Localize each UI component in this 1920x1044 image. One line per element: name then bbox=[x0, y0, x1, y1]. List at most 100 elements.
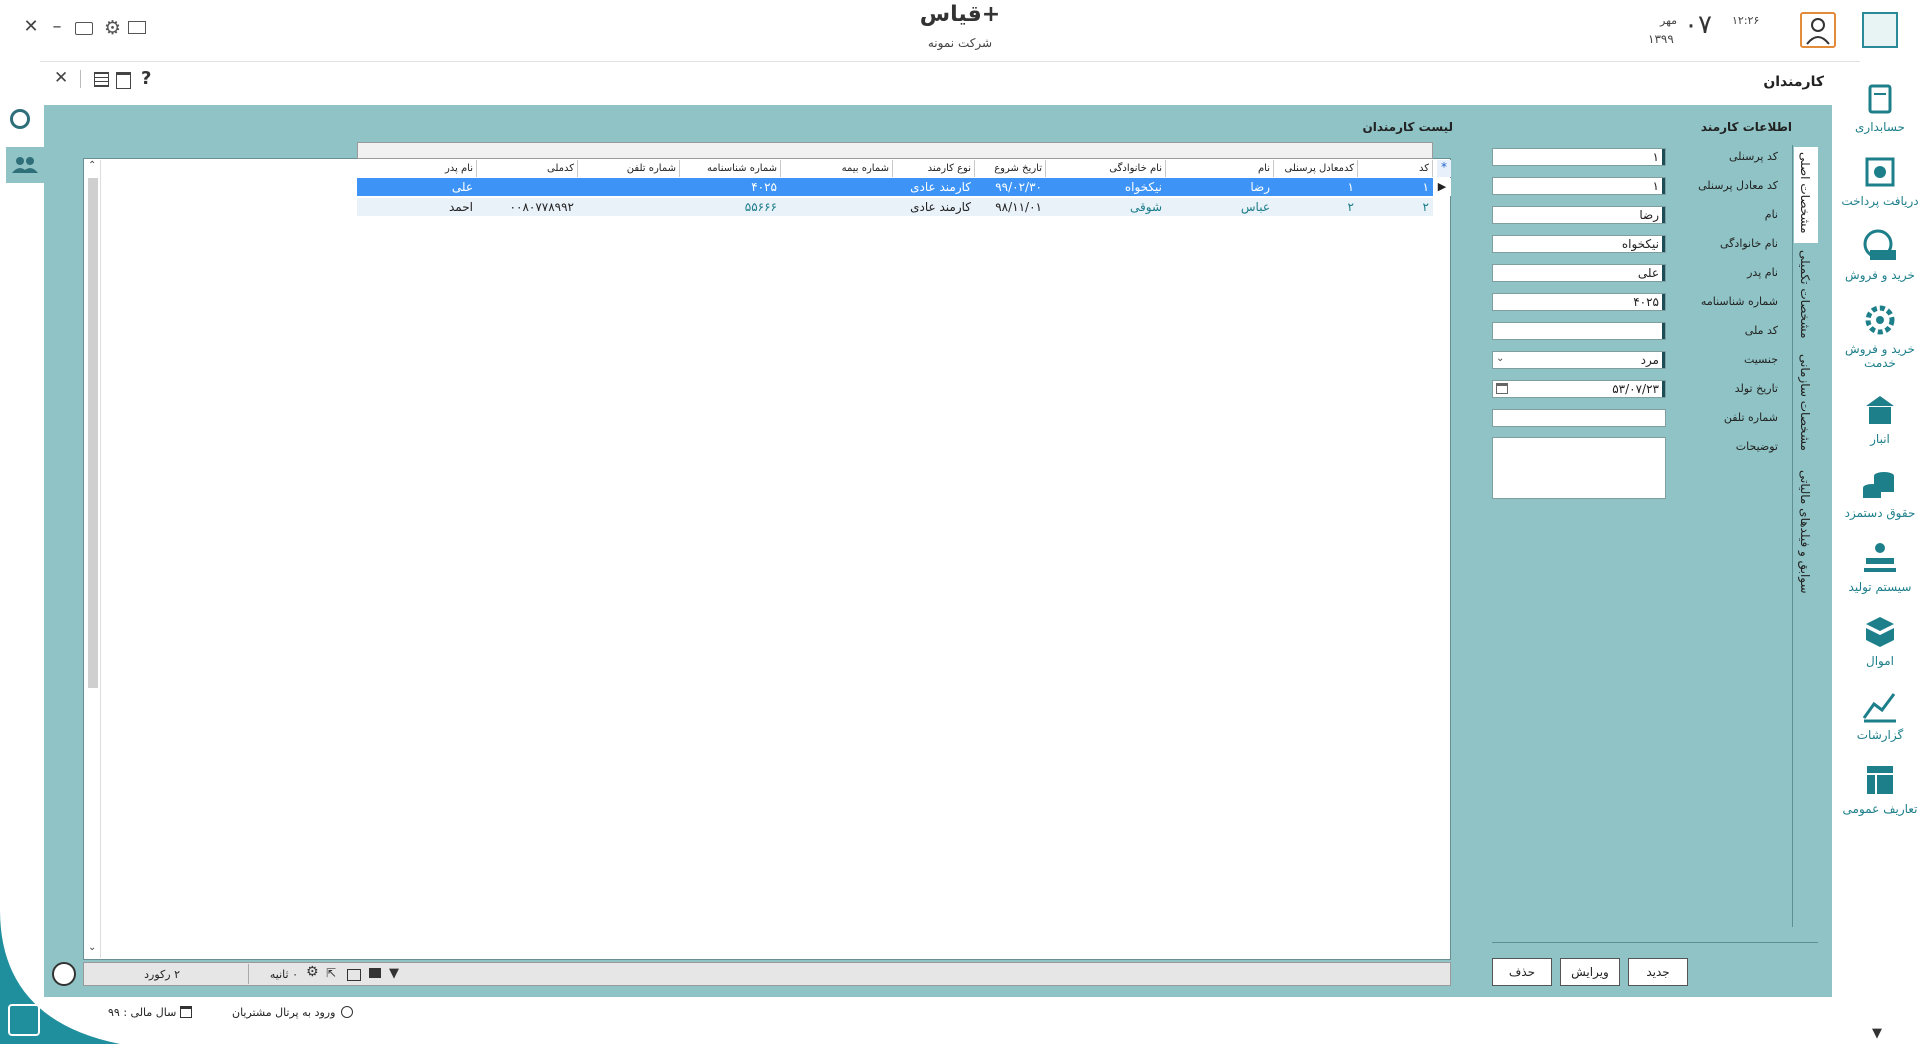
calendar-icon[interactable] bbox=[180, 1006, 192, 1018]
label-id-no: شماره شناسنامه bbox=[1700, 295, 1778, 308]
column-header-id-no[interactable]: شماره شناسنامه bbox=[680, 160, 781, 177]
column-header-family[interactable]: نام خانوادگی bbox=[1046, 160, 1166, 177]
scrollbar-thumb[interactable] bbox=[88, 178, 98, 688]
employee-grid bbox=[83, 158, 1451, 960]
code-field[interactable]: ۱ bbox=[1492, 148, 1666, 166]
description-textarea[interactable] bbox=[1492, 437, 1666, 499]
sidebar-item-label: تعاریف عمومی bbox=[1842, 802, 1918, 816]
new-row-marker[interactable]: * bbox=[1437, 160, 1451, 177]
tab-organizational[interactable]: مشخصات سازمانی bbox=[1798, 354, 1812, 451]
filter-icon[interactable]: ▼ bbox=[389, 966, 399, 981]
table-cell[interactable]: عباس bbox=[1166, 198, 1274, 216]
sidebar-item-payment[interactable]: دریافت پرداخت bbox=[1840, 154, 1920, 208]
table-cell[interactable]: ۱ bbox=[1274, 178, 1358, 196]
print-icon[interactable] bbox=[369, 968, 381, 978]
timer-dropdown[interactable]: ۰ ثانیه bbox=[258, 968, 298, 981]
table-cell[interactable] bbox=[781, 178, 893, 196]
chevron-down-icon[interactable]: ▼ bbox=[1872, 1026, 1882, 1041]
table-cell[interactable]: ۲ bbox=[1274, 198, 1358, 216]
corner-logo-icon[interactable] bbox=[8, 1004, 40, 1036]
table-cell[interactable]: رضا bbox=[1166, 178, 1274, 196]
calendar-icon[interactable] bbox=[116, 72, 131, 89]
sidebar-item-service[interactable]: خرید و فروش خدمت bbox=[1840, 302, 1920, 370]
column-header-code[interactable]: کد bbox=[1358, 160, 1433, 177]
table-cell[interactable]: ۴۰۲۵ bbox=[680, 178, 781, 196]
column-header-equiv-code[interactable]: کدمعادل پرسنلی bbox=[1274, 160, 1358, 177]
scroll-down-icon[interactable]: ⌄ bbox=[88, 942, 96, 953]
sidebar-item-payroll[interactable]: حقوق دستمزد bbox=[1840, 466, 1920, 520]
sidebar-item-label: خرید و فروش bbox=[1845, 268, 1915, 282]
users-icon[interactable] bbox=[6, 147, 44, 183]
new-button[interactable]: جدید bbox=[1628, 958, 1688, 986]
table-cell[interactable]: ۹۹/۰۲/۳۰ bbox=[975, 178, 1046, 196]
globe-icon[interactable] bbox=[341, 1006, 353, 1018]
sidebar-item-assets[interactable]: اموال bbox=[1840, 614, 1920, 668]
sidebar-item-warehouse[interactable]: انبار bbox=[1840, 392, 1920, 446]
table-cell[interactable] bbox=[477, 178, 578, 196]
date-month: مهر bbox=[1660, 14, 1678, 27]
table-cell[interactable]: ۲ bbox=[1358, 198, 1433, 216]
sidebar-item-accounting[interactable]: حسابداری bbox=[1840, 80, 1920, 134]
calendar-icon[interactable] bbox=[1496, 383, 1508, 394]
equiv-code-field[interactable]: ۱ bbox=[1492, 177, 1666, 195]
edit-button[interactable]: ویرایش bbox=[1560, 958, 1620, 986]
production-icon bbox=[1864, 543, 1896, 572]
sidebar-item-definitions[interactable]: تعاریف عمومی bbox=[1840, 762, 1920, 816]
column-header-name[interactable]: نام bbox=[1166, 160, 1274, 177]
table-cell[interactable]: ۵۵۶۶۶ bbox=[680, 198, 781, 216]
column-header-insurance-no[interactable]: شماره بیمه bbox=[781, 160, 893, 177]
sidebar-item-sales[interactable]: خرید و فروش bbox=[1840, 228, 1920, 282]
family-field[interactable]: نیکخواه bbox=[1492, 235, 1666, 253]
sidebar-item-production[interactable]: سیستم تولید bbox=[1840, 540, 1920, 594]
customer-portal-link[interactable]: ورود به پرتال مشتریان bbox=[232, 1006, 335, 1019]
table-cell[interactable]: علی bbox=[357, 178, 477, 196]
help-button[interactable]: ? bbox=[141, 68, 151, 89]
column-header-start-date[interactable]: تاریخ شروع bbox=[975, 160, 1046, 177]
tab-tax-history[interactable]: سوابق و فیلدهای مالیاتی bbox=[1798, 470, 1812, 594]
user-avatar[interactable] bbox=[1800, 12, 1836, 48]
table-cell[interactable]: ۱ bbox=[1358, 178, 1433, 196]
birth-date-field[interactable]: ۵۳/۰۷/۲۳ bbox=[1492, 380, 1666, 398]
close-form-button[interactable]: ✕ bbox=[54, 68, 68, 88]
assets-icon bbox=[1866, 617, 1894, 647]
table-cell[interactable] bbox=[781, 198, 893, 216]
table-icon[interactable] bbox=[94, 72, 109, 87]
accounting-icon bbox=[1868, 84, 1892, 114]
table-cell[interactable]: شوقی bbox=[1046, 198, 1166, 216]
clock: ۱۲:۲۶ bbox=[1732, 14, 1760, 27]
table-cell[interactable]: ۹۸/۱۱/۰۱ bbox=[975, 198, 1046, 216]
divider bbox=[80, 70, 81, 88]
tab-extra[interactable]: مشخصات تکمیلی bbox=[1798, 250, 1812, 339]
print-round-icon[interactable] bbox=[52, 962, 76, 986]
table-cell[interactable] bbox=[578, 198, 680, 216]
name-field[interactable]: رضا bbox=[1492, 206, 1666, 224]
table-cell[interactable]: کارمند عادی bbox=[893, 198, 975, 216]
national-code-field[interactable] bbox=[1492, 322, 1666, 340]
label-code: کد پرسنلی bbox=[1729, 150, 1778, 163]
table-cell[interactable]: ۰۰۸۰۷۷۸۹۹۲ bbox=[477, 198, 578, 216]
chevron-down-icon[interactable]: ⌄ bbox=[1496, 353, 1504, 364]
gear-icon[interactable]: ⚙ bbox=[306, 964, 319, 980]
tab-main[interactable]: مشخصات اصلی bbox=[1798, 152, 1812, 234]
column-header-father[interactable]: نام پدر bbox=[357, 160, 477, 177]
father-field[interactable]: علی bbox=[1492, 264, 1666, 282]
column-header-national-code[interactable]: کدملی bbox=[477, 160, 578, 177]
label-national-code: کد ملی bbox=[1744, 324, 1778, 337]
export-icon[interactable]: ⇱ bbox=[326, 966, 336, 980]
sidebar-item-reports[interactable]: گزارشات bbox=[1840, 688, 1920, 742]
phone-field[interactable] bbox=[1492, 409, 1666, 427]
column-header-phone[interactable]: شماره تلفن bbox=[578, 160, 680, 177]
table-cell[interactable] bbox=[578, 178, 680, 196]
delete-button[interactable]: حذف bbox=[1492, 958, 1552, 986]
gender-select[interactable]: مرد bbox=[1492, 351, 1666, 369]
table-icon[interactable] bbox=[347, 969, 361, 981]
fiscal-year[interactable]: سال مالی : ۹۹ bbox=[108, 1006, 176, 1019]
id-no-field[interactable]: ۴۰۲۵ bbox=[1492, 293, 1666, 311]
app-logo[interactable] bbox=[1862, 12, 1898, 48]
refresh-icon[interactable] bbox=[10, 109, 30, 129]
scroll-up-icon[interactable]: ⌃ bbox=[88, 160, 96, 171]
table-cell[interactable]: احمد bbox=[357, 198, 477, 216]
table-cell[interactable]: نیکخواه bbox=[1046, 178, 1166, 196]
column-header-employee-type[interactable]: نوع کارمند bbox=[893, 160, 975, 177]
table-cell[interactable]: کارمند عادی bbox=[893, 178, 975, 196]
